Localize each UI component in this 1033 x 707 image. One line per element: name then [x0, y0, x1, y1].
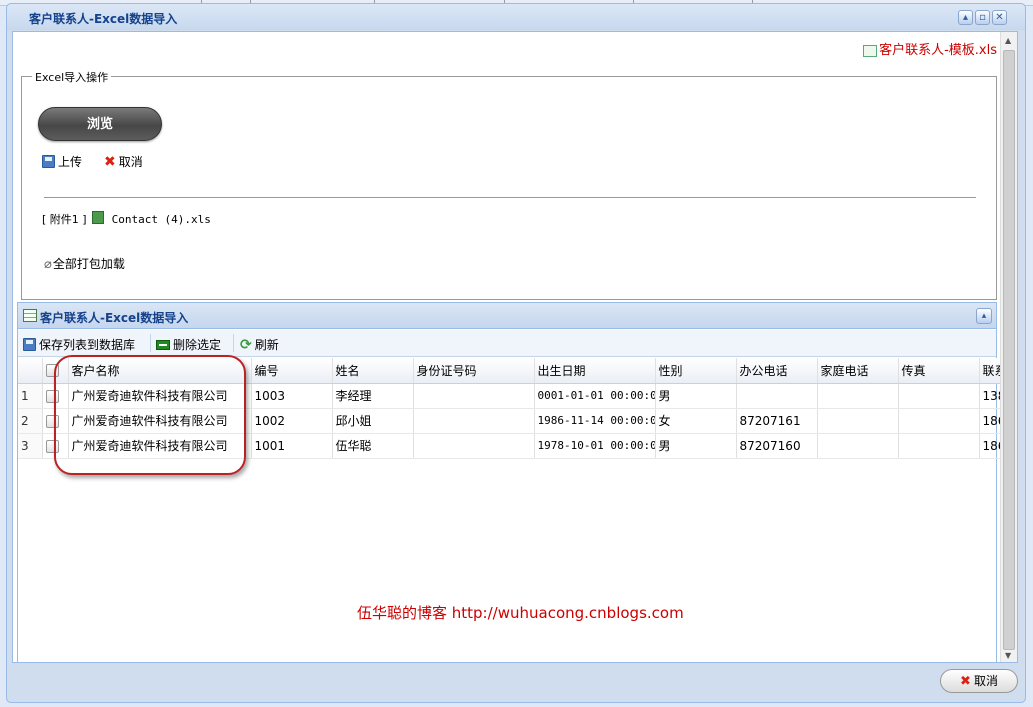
- floppy-icon: [42, 155, 55, 168]
- paperclip-icon: ⌀: [44, 257, 52, 272]
- cell-office-phone: 87207160: [736, 433, 818, 459]
- import-dialog: 客户联系人-Excel数据导入 ▴ ▫ ✕ 客户联系人-模板.xls Excel…: [6, 3, 1026, 703]
- delete-selected-button[interactable]: 删除选定: [156, 336, 221, 353]
- dialog-footer: ✖ 取消: [12, 664, 1018, 698]
- cell-name: 李经理: [332, 383, 414, 409]
- window-icon: [12, 10, 24, 22]
- xls-file-icon: [92, 211, 105, 224]
- column-header[interactable]: 办公电话: [736, 358, 818, 384]
- cancel-button[interactable]: ✖ 取消: [940, 669, 1018, 693]
- column-header[interactable]: 性别: [655, 358, 737, 384]
- refresh-button[interactable]: ⟳ 刷新: [240, 336, 279, 353]
- cell-home-phone: [817, 433, 899, 459]
- cell-id-number: [413, 433, 535, 459]
- minus-icon: [156, 340, 170, 350]
- column-header[interactable]: 出生日期: [534, 358, 656, 384]
- collapse-icon[interactable]: ▴: [976, 308, 992, 324]
- minimize-icon[interactable]: ▴: [958, 10, 973, 25]
- blog-watermark: 伍华聪的博客 http://wuhuacong.cnblogs.com: [357, 604, 684, 622]
- toolbar-separator: [233, 334, 234, 352]
- excel-import-fieldset: Excel导入操作 浏览 上传 ✖ 取消 [ 附件1 ] Contact (4).…: [21, 69, 997, 300]
- cell-fax: [898, 408, 980, 434]
- scroll-down-icon[interactable]: ▼: [1005, 651, 1011, 660]
- cell-name: 伍华聪: [332, 433, 414, 459]
- cell-id-number: [413, 383, 535, 409]
- browse-button[interactable]: 浏览: [38, 107, 162, 141]
- xls-file-icon: [863, 44, 878, 57]
- cell-birthdate: 1986-11-14 00:00:00: [534, 408, 656, 434]
- column-header[interactable]: 姓名: [332, 358, 414, 384]
- cancel-upload-link[interactable]: ✖ 取消: [104, 153, 143, 170]
- fieldset-legend: Excel导入操作: [32, 69, 112, 85]
- refresh-icon: ⟳: [240, 337, 252, 353]
- grid-panel-header: 客户联系人-Excel数据导入 ▴: [18, 303, 996, 329]
- cell-id-number: [413, 408, 535, 434]
- column-header[interactable]: 传真: [898, 358, 980, 384]
- column-header[interactable]: 编号: [251, 358, 333, 384]
- cell-home-phone: [817, 408, 899, 434]
- close-icon[interactable]: ✕: [992, 10, 1007, 25]
- cell-name: 邱小姐: [332, 408, 414, 434]
- template-download-link[interactable]: 客户联系人-模板.xls: [863, 39, 997, 58]
- cell-code: 1001: [251, 433, 333, 459]
- attachment-link[interactable]: Contact (4).xls: [112, 213, 211, 226]
- cell-office-phone: [736, 383, 818, 409]
- scroll-up-icon[interactable]: ▲: [1005, 36, 1011, 45]
- header-rownum: [18, 358, 43, 384]
- cell-fax: [898, 433, 980, 459]
- upload-link[interactable]: 上传: [42, 153, 82, 170]
- maximize-icon[interactable]: ▫: [975, 10, 990, 25]
- cell-code: 1003: [251, 383, 333, 409]
- annotation-highlight: [54, 355, 246, 475]
- vertical-scrollbar[interactable]: ▲ ▼: [1000, 32, 1017, 662]
- dialog-body: 客户联系人-模板.xls Excel导入操作 浏览 上传 ✖ 取消 [ 附件1 ]…: [12, 31, 1018, 663]
- dialog-title: 客户联系人-Excel数据导入: [29, 12, 178, 26]
- row-number: 1: [18, 383, 43, 409]
- cell-gender: 男: [655, 433, 737, 459]
- row-number: 2: [18, 408, 43, 434]
- cell-office-phone: 87207161: [736, 408, 818, 434]
- column-header[interactable]: 家庭电话: [817, 358, 899, 384]
- scrollbar-thumb[interactable]: [1003, 50, 1015, 650]
- grid-icon: [23, 309, 37, 322]
- dialog-titlebar[interactable]: 客户联系人-Excel数据导入 ▴ ▫ ✕: [7, 4, 1025, 30]
- grid-title: 客户联系人-Excel数据导入: [40, 311, 189, 325]
- cell-fax: [898, 383, 980, 409]
- cell-gender: 男: [655, 383, 737, 409]
- pack-all-link[interactable]: ⌀全部打包加载: [44, 255, 125, 272]
- row-number: 3: [18, 433, 43, 459]
- attachment-item: [ 附件1 ] Contact (4).xls: [42, 211, 211, 226]
- cancel-x-icon: ✖: [104, 154, 116, 170]
- floppy-icon: [23, 338, 36, 351]
- column-header[interactable]: 身份证号码: [413, 358, 535, 384]
- cell-home-phone: [817, 383, 899, 409]
- cancel-x-icon: ✖: [960, 674, 971, 689]
- divider: [44, 197, 976, 198]
- cell-birthdate: 0001-01-01 00:00:00: [534, 383, 656, 409]
- cell-code: 1002: [251, 408, 333, 434]
- save-to-db-button[interactable]: 保存列表到数据库: [23, 336, 135, 353]
- cell-birthdate: 1978-10-01 00:00:00: [534, 433, 656, 459]
- cell-gender: 女: [655, 408, 737, 434]
- toolbar-separator: [150, 334, 151, 352]
- grid-toolbar: 保存列表到数据库 删除选定 ⟳ 刷新: [18, 330, 996, 357]
